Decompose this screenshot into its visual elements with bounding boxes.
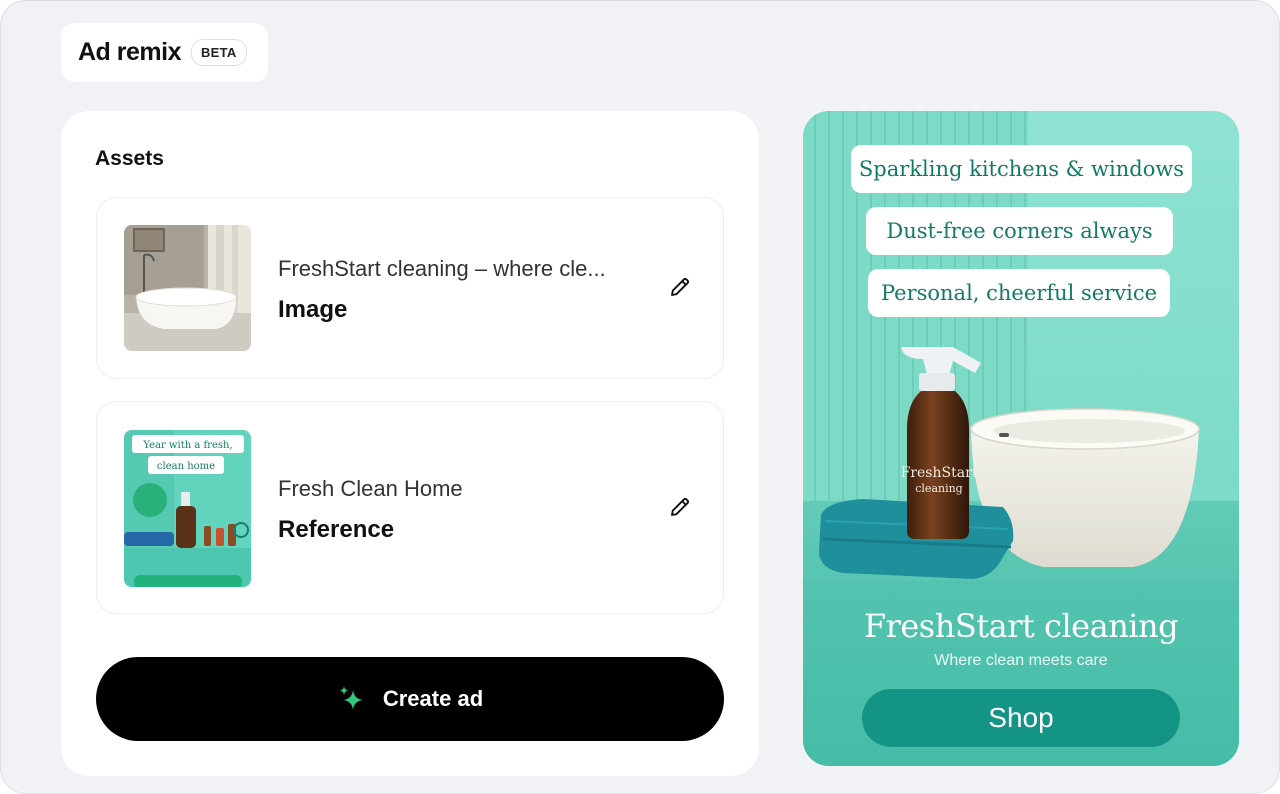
ad-feature-pill: Dust-free corners always	[866, 207, 1173, 255]
create-ad-label: Create ad	[382, 686, 484, 711]
ad-preview: FreshStart cleaning Sparkling kitchens &…	[803, 111, 1239, 766]
asset-type: Image	[278, 296, 348, 323]
app-title: Ad remix	[78, 38, 181, 66]
ad-tagline: Where clean meets care	[934, 652, 1108, 669]
edit-image-button[interactable]	[665, 272, 695, 302]
bottle-sub-text: cleaning	[915, 482, 962, 495]
asset-type: Reference	[278, 516, 395, 543]
ad-feature-pill: Personal, cheerful service	[868, 269, 1170, 317]
reference-ad-thumbnail: Year with a fresh, clean home	[124, 430, 251, 587]
ad-brand-name: FreshStart cleaning	[863, 607, 1179, 645]
edit-reference-button[interactable]	[665, 492, 695, 522]
asset-card-image[interactable]: FreshStart cleaning – where cle... Image	[96, 197, 724, 379]
assets-panel: Assets FreshStart cleaning – where cle..…	[61, 111, 759, 776]
thumb-text-line2: clean home	[157, 461, 215, 472]
pencil-icon	[671, 497, 690, 516]
asset-name: Fresh Clean Home	[278, 476, 463, 501]
ad-feature-pill: Sparkling kitchens & windows	[851, 145, 1192, 193]
assets-title: Assets	[95, 147, 164, 170]
app-header: Ad remix BETA	[61, 23, 268, 82]
asset-name: FreshStart cleaning – where cle...	[278, 256, 606, 281]
thumb-text-line1: Year with a fresh,	[142, 440, 232, 451]
sparkle-icon	[339, 686, 363, 710]
pencil-icon	[671, 277, 690, 296]
asset-card-reference[interactable]: Year with a fresh, clean home Fresh Clea…	[96, 401, 724, 614]
app-frame: Ad remix BETA Assets FreshStart cleaning…	[0, 0, 1280, 794]
shop-button[interactable]: Shop	[862, 689, 1180, 747]
create-ad-button[interactable]: Create ad	[96, 657, 724, 741]
bathtub-thumbnail	[124, 225, 251, 351]
bottle-brand-text: FreshStart	[901, 465, 978, 481]
beta-badge: BETA	[190, 39, 247, 66]
